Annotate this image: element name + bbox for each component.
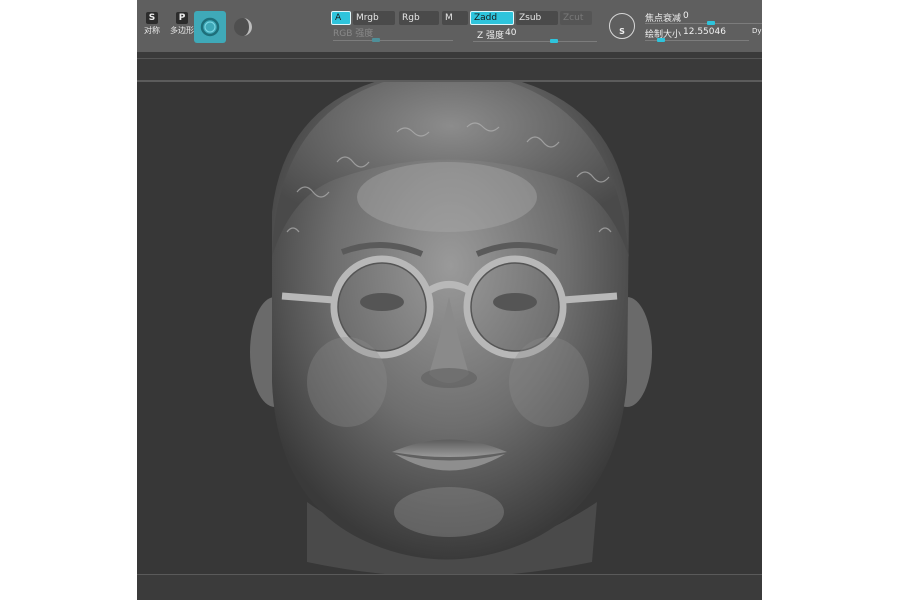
polyframe-key-icon: P <box>176 12 188 24</box>
stroke-icon: S <box>619 27 625 36</box>
zbrush-app: S 对称 P 多边形 A Mrgb Rgb M Zadd Zsub Zcut R… <box>137 0 762 600</box>
z-intensity-knob[interactable] <box>550 39 558 43</box>
mode-a-button[interactable]: A <box>331 11 351 25</box>
mode-rgb-button[interactable]: Rgb <box>399 11 439 25</box>
toolbar-shelf <box>137 52 762 82</box>
canvas-viewport[interactable] <box>137 70 762 577</box>
focal-shift-knob[interactable] <box>707 21 715 25</box>
brush-button[interactable] <box>194 11 226 43</box>
mode-zcut-button[interactable]: Zcut <box>560 11 592 25</box>
mode-mrgb-button[interactable]: Mrgb <box>353 11 395 25</box>
material-button[interactable] <box>230 14 256 40</box>
polyframe-label: 多边形 <box>170 26 194 35</box>
focal-shift-value: 0 <box>683 11 689 21</box>
symmetry-label: 对称 <box>144 26 160 35</box>
z-intensity-slider[interactable] <box>473 41 597 42</box>
polyframe-button[interactable]: P 多边形 <box>167 12 197 42</box>
dynamic-toggle[interactable]: Dyn <box>752 27 762 35</box>
symmetry-button[interactable]: S 对称 <box>137 12 167 42</box>
draw-size-value: 12.55046 <box>683 27 726 37</box>
rgb-intensity-knob[interactable] <box>372 38 380 42</box>
mode-zadd-button[interactable]: Zadd <box>470 11 514 25</box>
sculpted-head-model <box>250 70 652 577</box>
material-sphere-icon <box>234 18 252 36</box>
z-intensity-value: 40 <box>505 28 517 38</box>
rgb-intensity-label: RGB 强度 <box>333 29 374 39</box>
focal-shift-slider[interactable] <box>645 23 762 24</box>
rgb-intensity-slider[interactable] <box>333 40 453 41</box>
canvas-bottom-bar <box>137 574 762 600</box>
watermark-logo <box>789 532 862 590</box>
z-intensity-label: Z 强度 <box>477 31 505 41</box>
draw-size-knob[interactable] <box>657 38 665 42</box>
mode-zsub-button[interactable]: Zsub <box>516 11 558 25</box>
brush-icon <box>200 17 220 37</box>
shelf-divider <box>137 58 762 59</box>
top-toolbar: S 对称 P 多边形 A Mrgb Rgb M Zadd Zsub Zcut R… <box>137 0 762 52</box>
stroke-button[interactable]: S <box>609 13 635 39</box>
mode-m-button[interactable]: M <box>442 11 468 25</box>
symmetry-key-icon: S <box>146 12 158 24</box>
